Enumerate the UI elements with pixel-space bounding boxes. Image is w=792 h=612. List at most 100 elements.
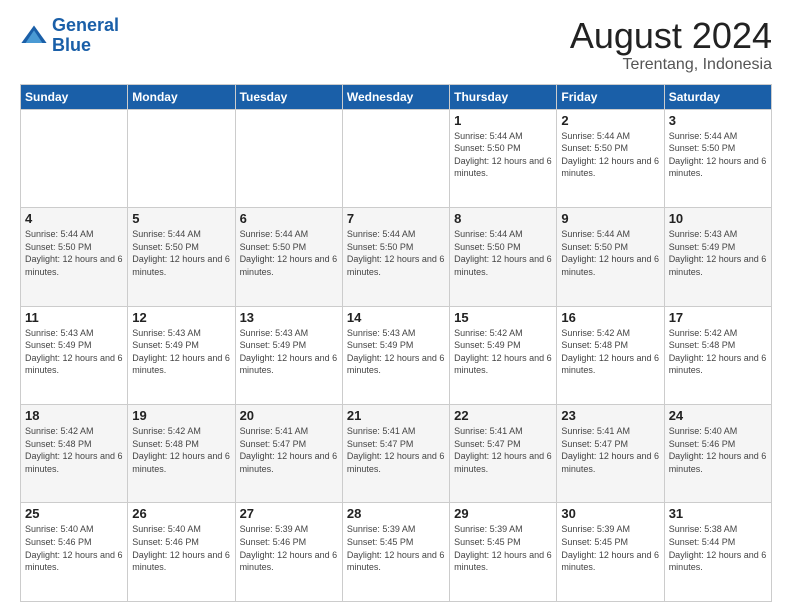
day-number: 27: [240, 506, 338, 521]
calendar-cell: 10 Sunrise: 5:43 AM Sunset: 5:49 PM Dayli…: [664, 208, 771, 306]
calendar-week-5: 25 Sunrise: 5:40 AM Sunset: 5:46 PM Dayli…: [21, 503, 772, 602]
day-number: 30: [561, 506, 659, 521]
day-info: Sunrise: 5:43 AM Sunset: 5:49 PM Dayligh…: [347, 327, 445, 377]
calendar-cell: 27 Sunrise: 5:39 AM Sunset: 5:46 PM Dayli…: [235, 503, 342, 602]
logo-text: General Blue: [52, 16, 119, 56]
day-info: Sunrise: 5:44 AM Sunset: 5:50 PM Dayligh…: [561, 130, 659, 180]
calendar-cell: 21Sunrise: 5:41 AM Sunset: 5:47 PM Dayli…: [342, 405, 449, 503]
calendar-cell: 7Sunrise: 5:44 AM Sunset: 5:50 PM Daylig…: [342, 208, 449, 306]
calendar-header-wednesday: Wednesday: [342, 84, 449, 109]
calendar-cell: 25 Sunrise: 5:40 AM Sunset: 5:46 PM Dayli…: [21, 503, 128, 602]
day-number: 13: [240, 310, 338, 325]
calendar-cell: 4 Sunrise: 5:44 AM Sunset: 5:50 PM Daylig…: [21, 208, 128, 306]
day-info: Sunrise: 5:41 AM Sunset: 5:47 PM Dayligh…: [347, 425, 445, 475]
day-info: Sunrise: 5:44 AM Sunset: 5:50 PM Dayligh…: [454, 130, 552, 180]
day-info: Sunrise: 5:42 AM Sunset: 5:48 PM Dayligh…: [25, 425, 123, 475]
header: General Blue August 2024 Terentang, Indo…: [20, 16, 772, 74]
calendar-cell: 30 Sunrise: 5:39 AM Sunset: 5:45 PM Dayli…: [557, 503, 664, 602]
day-info: Sunrise: 5:42 AM Sunset: 5:48 PM Dayligh…: [132, 425, 230, 475]
day-info: Sunrise: 5:44 AM Sunset: 5:50 PM Dayligh…: [669, 130, 767, 180]
day-number: 4: [25, 211, 123, 226]
day-info: Sunrise: 5:41 AM Sunset: 5:47 PM Dayligh…: [240, 425, 338, 475]
day-info: Sunrise: 5:41 AM Sunset: 5:47 PM Dayligh…: [561, 425, 659, 475]
calendar-cell: 29Sunrise: 5:39 AM Sunset: 5:45 PM Dayli…: [450, 503, 557, 602]
calendar-cell: 5 Sunrise: 5:44 AM Sunset: 5:50 PM Daylig…: [128, 208, 235, 306]
day-info: Sunrise: 5:40 AM Sunset: 5:46 PM Dayligh…: [669, 425, 767, 475]
calendar-week-4: 18 Sunrise: 5:42 AM Sunset: 5:48 PM Dayli…: [21, 405, 772, 503]
day-number: 2: [561, 113, 659, 128]
day-info: Sunrise: 5:40 AM Sunset: 5:46 PM Dayligh…: [132, 523, 230, 573]
day-info: Sunrise: 5:44 AM Sunset: 5:50 PM Dayligh…: [347, 228, 445, 278]
calendar-cell: 16Sunrise: 5:42 AM Sunset: 5:48 PM Dayli…: [557, 306, 664, 404]
day-number: 10: [669, 211, 767, 226]
day-number: 9: [561, 211, 659, 226]
calendar-cell: 17Sunrise: 5:42 AM Sunset: 5:48 PM Dayli…: [664, 306, 771, 404]
calendar-cell: 23 Sunrise: 5:41 AM Sunset: 5:47 PM Dayli…: [557, 405, 664, 503]
calendar-cell: 1 Sunrise: 5:44 AM Sunset: 5:50 PM Daylig…: [450, 109, 557, 207]
calendar-week-1: 1 Sunrise: 5:44 AM Sunset: 5:50 PM Daylig…: [21, 109, 772, 207]
day-info: Sunrise: 5:44 AM Sunset: 5:50 PM Dayligh…: [240, 228, 338, 278]
calendar-cell: 3 Sunrise: 5:44 AM Sunset: 5:50 PM Daylig…: [664, 109, 771, 207]
calendar-cell: 8 Sunrise: 5:44 AM Sunset: 5:50 PM Daylig…: [450, 208, 557, 306]
calendar-week-3: 11 Sunrise: 5:43 AM Sunset: 5:49 PM Dayli…: [21, 306, 772, 404]
calendar-cell: 9 Sunrise: 5:44 AM Sunset: 5:50 PM Daylig…: [557, 208, 664, 306]
day-info: Sunrise: 5:39 AM Sunset: 5:45 PM Dayligh…: [561, 523, 659, 573]
calendar-cell: [342, 109, 449, 207]
logo-icon: [20, 22, 48, 50]
calendar: SundayMondayTuesdayWednesdayThursdayFrid…: [20, 84, 772, 602]
day-number: 16: [561, 310, 659, 325]
calendar-week-2: 4 Sunrise: 5:44 AM Sunset: 5:50 PM Daylig…: [21, 208, 772, 306]
day-info: Sunrise: 5:44 AM Sunset: 5:50 PM Dayligh…: [132, 228, 230, 278]
calendar-cell: 14 Sunrise: 5:43 AM Sunset: 5:49 PM Dayli…: [342, 306, 449, 404]
day-number: 26: [132, 506, 230, 521]
logo-line2: Blue: [52, 36, 119, 56]
day-info: Sunrise: 5:42 AM Sunset: 5:48 PM Dayligh…: [669, 327, 767, 377]
calendar-cell: 26 Sunrise: 5:40 AM Sunset: 5:46 PM Dayli…: [128, 503, 235, 602]
day-info: Sunrise: 5:39 AM Sunset: 5:46 PM Dayligh…: [240, 523, 338, 573]
calendar-cell: [235, 109, 342, 207]
calendar-cell: [128, 109, 235, 207]
day-info: Sunrise: 5:43 AM Sunset: 5:49 PM Dayligh…: [669, 228, 767, 278]
title-area: August 2024 Terentang, Indonesia: [570, 16, 772, 74]
day-number: 6: [240, 211, 338, 226]
day-number: 3: [669, 113, 767, 128]
day-number: 24: [669, 408, 767, 423]
day-info: Sunrise: 5:43 AM Sunset: 5:49 PM Dayligh…: [240, 327, 338, 377]
day-number: 20: [240, 408, 338, 423]
day-number: 1: [454, 113, 552, 128]
calendar-cell: 18 Sunrise: 5:42 AM Sunset: 5:48 PM Dayli…: [21, 405, 128, 503]
main-title: August 2024: [570, 16, 772, 56]
day-number: 23: [561, 408, 659, 423]
day-info: Sunrise: 5:43 AM Sunset: 5:49 PM Dayligh…: [132, 327, 230, 377]
day-info: Sunrise: 5:44 AM Sunset: 5:50 PM Dayligh…: [561, 228, 659, 278]
calendar-header-thursday: Thursday: [450, 84, 557, 109]
day-number: 15: [454, 310, 552, 325]
day-number: 19: [132, 408, 230, 423]
day-number: 25: [25, 506, 123, 521]
day-info: Sunrise: 5:44 AM Sunset: 5:50 PM Dayligh…: [25, 228, 123, 278]
day-number: 11: [25, 310, 123, 325]
day-number: 29: [454, 506, 552, 521]
day-info: Sunrise: 5:40 AM Sunset: 5:46 PM Dayligh…: [25, 523, 123, 573]
day-number: 28: [347, 506, 445, 521]
logo-line1: General: [52, 15, 119, 35]
calendar-header-row: SundayMondayTuesdayWednesdayThursdayFrid…: [21, 84, 772, 109]
day-number: 5: [132, 211, 230, 226]
calendar-cell: 20 Sunrise: 5:41 AM Sunset: 5:47 PM Dayli…: [235, 405, 342, 503]
calendar-cell: 19 Sunrise: 5:42 AM Sunset: 5:48 PM Dayli…: [128, 405, 235, 503]
day-info: Sunrise: 5:41 AM Sunset: 5:47 PM Dayligh…: [454, 425, 552, 475]
day-info: Sunrise: 5:38 AM Sunset: 5:44 PM Dayligh…: [669, 523, 767, 573]
day-info: Sunrise: 5:44 AM Sunset: 5:50 PM Dayligh…: [454, 228, 552, 278]
day-number: 14: [347, 310, 445, 325]
day-number: 12: [132, 310, 230, 325]
calendar-cell: 2 Sunrise: 5:44 AM Sunset: 5:50 PM Daylig…: [557, 109, 664, 207]
calendar-cell: 15Sunrise: 5:42 AM Sunset: 5:49 PM Dayli…: [450, 306, 557, 404]
calendar-header-sunday: Sunday: [21, 84, 128, 109]
calendar-header-saturday: Saturday: [664, 84, 771, 109]
day-number: 18: [25, 408, 123, 423]
calendar-cell: 24 Sunrise: 5:40 AM Sunset: 5:46 PM Dayli…: [664, 405, 771, 503]
calendar-header-tuesday: Tuesday: [235, 84, 342, 109]
calendar-cell: 28Sunrise: 5:39 AM Sunset: 5:45 PM Dayli…: [342, 503, 449, 602]
calendar-header-friday: Friday: [557, 84, 664, 109]
day-number: 8: [454, 211, 552, 226]
